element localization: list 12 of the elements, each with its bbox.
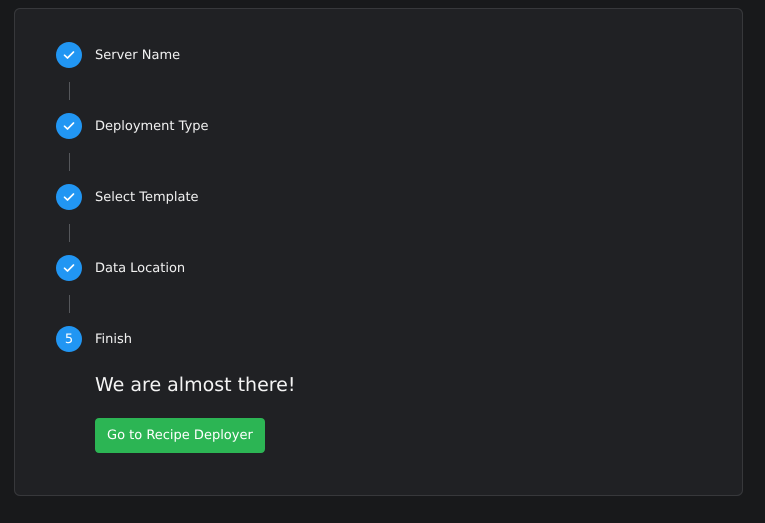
step-label: Deployment Type — [95, 118, 209, 134]
step-connector — [68, 152, 70, 170]
step-label: Data Location — [95, 260, 186, 276]
deploy-button[interactable]: Go to Recipe Deployer — [95, 418, 265, 453]
step-label: Finish — [95, 332, 132, 346]
step-label: Select Template — [95, 190, 199, 204]
step-connector — [68, 82, 70, 100]
step-number: 5 — [56, 326, 82, 352]
step-label: Server Name — [95, 48, 180, 62]
heading: We are almost there! — [95, 374, 296, 396]
step-connector — [68, 224, 70, 242]
step-connector — [68, 294, 70, 312]
